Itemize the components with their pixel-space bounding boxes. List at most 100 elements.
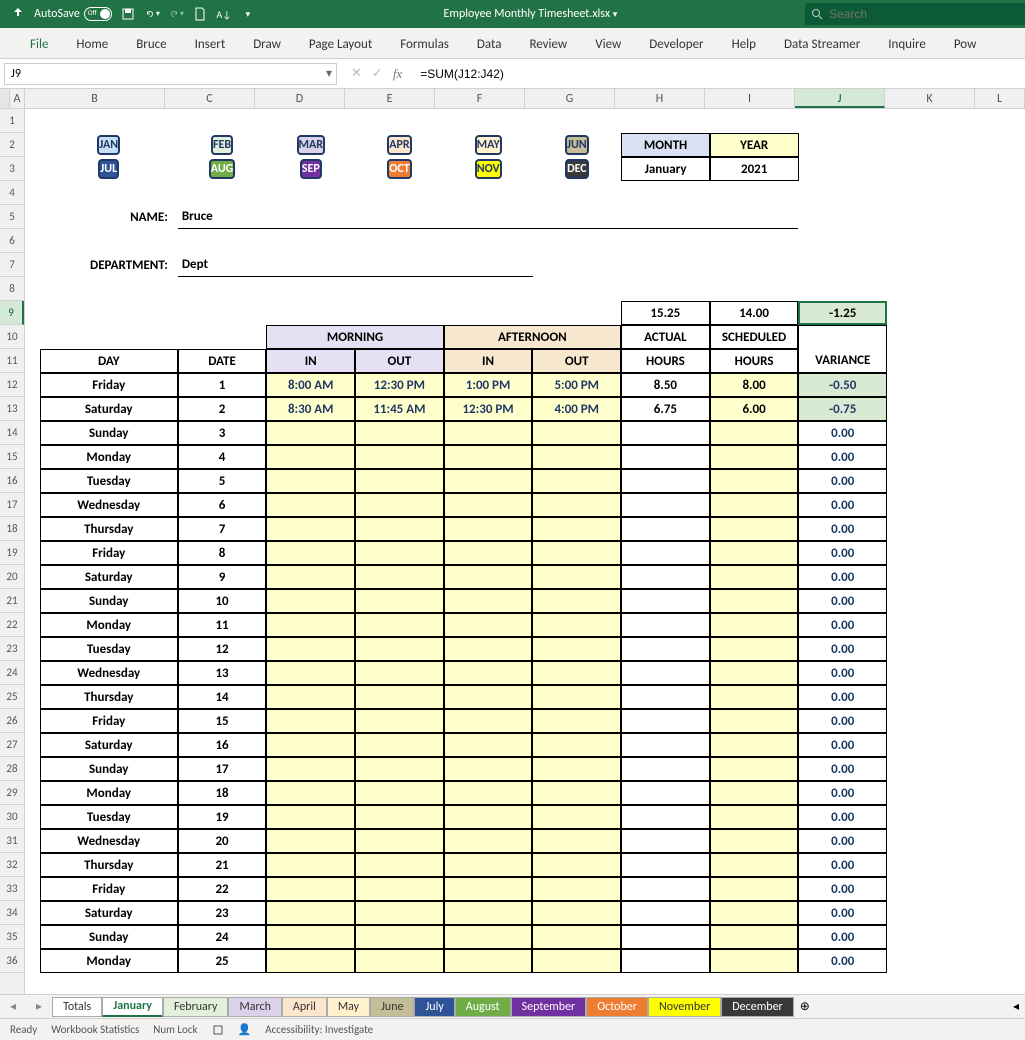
cell-in2[interactable] xyxy=(444,589,533,613)
cell-variance[interactable]: 0.00 xyxy=(798,733,887,757)
cell-variance[interactable]: 0.00 xyxy=(798,685,887,709)
cell-date[interactable]: 25 xyxy=(178,949,267,973)
cell-actual[interactable] xyxy=(621,853,710,877)
cell-out2[interactable]: 5:00 PM xyxy=(532,373,621,397)
cell-scheduled[interactable] xyxy=(710,661,799,685)
cell-out1[interactable] xyxy=(355,949,444,973)
cell-in2[interactable] xyxy=(444,493,533,517)
cell-variance[interactable]: 0.00 xyxy=(798,853,887,877)
sheet-tab-november[interactable]: November xyxy=(648,997,721,1017)
cell-out2[interactable] xyxy=(532,685,621,709)
col-header-D[interactable]: D xyxy=(255,89,345,108)
cell-in1[interactable]: 8:30 AM xyxy=(266,397,355,421)
row-header-28[interactable]: 28 xyxy=(0,757,24,781)
cell-variance[interactable]: 0.00 xyxy=(798,709,887,733)
cell-date[interactable]: 10 xyxy=(178,589,267,613)
cell-day[interactable]: Wednesday xyxy=(40,661,178,685)
cell-date[interactable]: 12 xyxy=(178,637,267,661)
cell-out2[interactable]: 4:00 PM xyxy=(532,397,621,421)
cell-day[interactable]: Tuesday xyxy=(40,637,178,661)
tab-nav-prev-icon[interactable]: ◂ xyxy=(0,999,26,1014)
row-header-34[interactable]: 34 xyxy=(0,901,24,925)
cell-out2[interactable] xyxy=(532,877,621,901)
cell-in1[interactable] xyxy=(266,805,355,829)
cell-scheduled[interactable] xyxy=(710,685,799,709)
col-header-A[interactable]: A xyxy=(10,89,25,108)
cell-variance[interactable]: 0.00 xyxy=(798,637,887,661)
chevron-down-icon[interactable]: ▾ xyxy=(326,66,332,81)
cell-in1[interactable] xyxy=(266,925,355,949)
cell-out1[interactable] xyxy=(355,877,444,901)
sort-icon[interactable]: A↓ xyxy=(216,6,232,22)
cell-date[interactable]: 2 xyxy=(178,397,267,421)
cell-out1[interactable]: 12:30 PM xyxy=(355,373,444,397)
row-header-32[interactable]: 32 xyxy=(0,853,24,877)
cell-scheduled[interactable] xyxy=(710,445,799,469)
cell[interactable] xyxy=(40,109,178,133)
status-wbstats[interactable]: Workbook Statistics xyxy=(51,1023,139,1036)
cell-date[interactable]: 17 xyxy=(178,757,267,781)
undo-icon[interactable]: ▾ xyxy=(144,6,160,22)
cell-in1[interactable] xyxy=(266,829,355,853)
row-header-24[interactable]: 24 xyxy=(0,661,24,685)
row-header-19[interactable]: 19 xyxy=(0,541,24,565)
cell-day[interactable]: Friday xyxy=(40,877,178,901)
cell-actual[interactable] xyxy=(621,661,710,685)
cell-date[interactable]: 11 xyxy=(178,613,267,637)
cell-scheduled[interactable] xyxy=(710,421,799,445)
total-scheduled[interactable]: 14.00 xyxy=(710,301,799,325)
row-header-25[interactable]: 25 xyxy=(0,685,24,709)
cell-variance[interactable]: -0.75 xyxy=(798,397,887,421)
cell-out2[interactable] xyxy=(532,493,621,517)
row-header-17[interactable]: 17 xyxy=(0,493,24,517)
cell-day[interactable]: Saturday xyxy=(40,565,178,589)
cell-actual[interactable] xyxy=(621,493,710,517)
search-box[interactable] xyxy=(805,3,1025,25)
cell-out1[interactable] xyxy=(355,445,444,469)
cell-out2[interactable] xyxy=(532,589,621,613)
cell-out2[interactable] xyxy=(532,541,621,565)
ribbon-tab-view[interactable]: View xyxy=(581,31,635,58)
cell-variance[interactable]: 0.00 xyxy=(798,829,887,853)
status-accessibility[interactable]: Accessibility: Investigate xyxy=(265,1023,373,1036)
cell-actual[interactable] xyxy=(621,925,710,949)
row-header-13[interactable]: 13 xyxy=(0,397,24,421)
cell-out2[interactable] xyxy=(532,709,621,733)
cell-out1[interactable] xyxy=(355,733,444,757)
cell-out1[interactable] xyxy=(355,589,444,613)
cell-in2[interactable] xyxy=(444,829,533,853)
month-button-jul[interactable]: JUL xyxy=(98,159,119,179)
cell-variance[interactable]: 0.00 xyxy=(798,493,887,517)
cell-in1[interactable] xyxy=(266,565,355,589)
ribbon-tab-data-streamer[interactable]: Data Streamer xyxy=(770,31,874,58)
cell-date[interactable]: 7 xyxy=(178,517,267,541)
cell-day[interactable]: Friday xyxy=(40,709,178,733)
row-header-9[interactable]: 9 xyxy=(0,301,24,325)
row-header-30[interactable]: 30 xyxy=(0,805,24,829)
cell-scheduled[interactable] xyxy=(710,637,799,661)
tab-nav-next-icon[interactable]: ▸ xyxy=(26,999,52,1014)
cell-out1[interactable] xyxy=(355,709,444,733)
cell-out2[interactable] xyxy=(532,805,621,829)
row-header-22[interactable]: 22 xyxy=(0,613,24,637)
ribbon-tab-data[interactable]: Data xyxy=(463,31,516,58)
cell-scheduled[interactable] xyxy=(710,925,799,949)
dept-value[interactable]: Dept xyxy=(178,253,533,277)
cell-in1[interactable] xyxy=(266,733,355,757)
cell-actual[interactable] xyxy=(621,517,710,541)
ribbon-tab-developer[interactable]: Developer xyxy=(635,31,717,58)
month-button-feb[interactable]: FEB xyxy=(211,135,233,155)
cell-variance[interactable]: 0.00 xyxy=(798,517,887,541)
month-button-oct[interactable]: OCT xyxy=(387,159,411,179)
cell-out1[interactable] xyxy=(355,685,444,709)
ribbon-tab-file[interactable]: File xyxy=(16,31,62,58)
ribbon-tab-help[interactable]: Help xyxy=(718,31,770,58)
month-button-nov[interactable]: NOV xyxy=(475,159,502,179)
cell-in1[interactable] xyxy=(266,901,355,925)
row-header-4[interactable]: 4 xyxy=(0,181,24,205)
col-header-B[interactable]: B xyxy=(25,89,165,108)
cell[interactable] xyxy=(976,109,1025,133)
month-button-sep[interactable]: SEP xyxy=(300,159,322,179)
cell-actual[interactable] xyxy=(621,757,710,781)
cell-day[interactable]: Monday xyxy=(40,445,178,469)
